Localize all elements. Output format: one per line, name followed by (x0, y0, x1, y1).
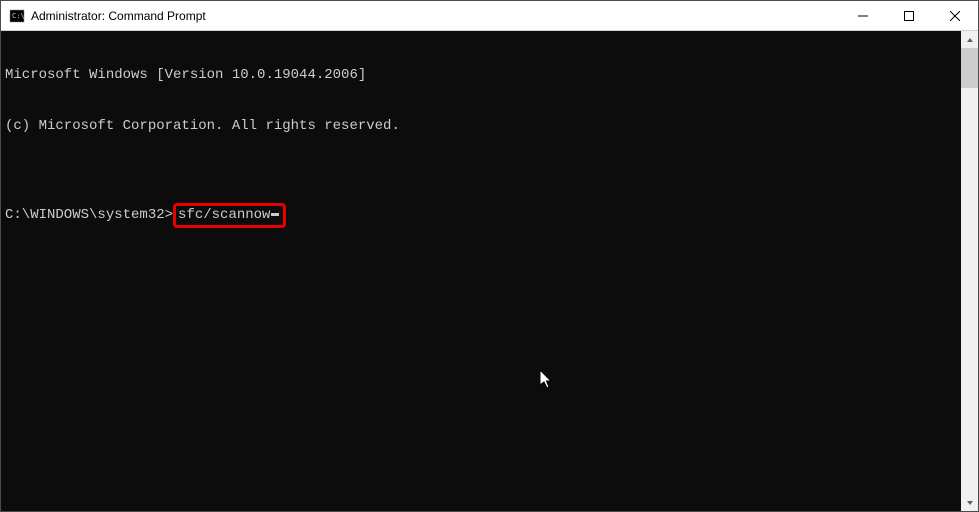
scroll-track[interactable] (961, 88, 978, 494)
maximize-button[interactable] (886, 1, 932, 30)
svg-text:C:\: C:\ (12, 12, 25, 20)
titlebar[interactable]: C:\ Administrator: Command Prompt (1, 1, 978, 31)
scroll-down-button[interactable] (961, 494, 978, 511)
terminal-output[interactable]: Microsoft Windows [Version 10.0.19044.20… (1, 31, 961, 511)
terminal-line: Microsoft Windows [Version 10.0.19044.20… (5, 67, 957, 84)
scroll-thumb[interactable] (961, 48, 978, 88)
window-controls (840, 1, 978, 30)
client-area: Microsoft Windows [Version 10.0.19044.20… (1, 31, 978, 511)
window-title: Administrator: Command Prompt (31, 9, 840, 23)
minimize-button[interactable] (840, 1, 886, 30)
close-button[interactable] (932, 1, 978, 30)
terminal-prompt: C:\WINDOWS\system32> (5, 207, 173, 224)
scroll-up-button[interactable] (961, 31, 978, 48)
text-cursor (271, 213, 279, 216)
command-prompt-window: C:\ Administrator: Command Prompt Micros… (0, 0, 979, 512)
app-icon: C:\ (9, 8, 25, 24)
terminal-command-line: C:\WINDOWS\system32> sfc/scannow (5, 203, 957, 228)
terminal-line: (c) Microsoft Corporation. All rights re… (5, 118, 957, 135)
command-text: sfc/scannow (178, 207, 270, 224)
highlighted-command: sfc/scannow (173, 203, 286, 228)
mouse-cursor-icon (473, 353, 556, 415)
vertical-scrollbar[interactable] (961, 31, 978, 511)
